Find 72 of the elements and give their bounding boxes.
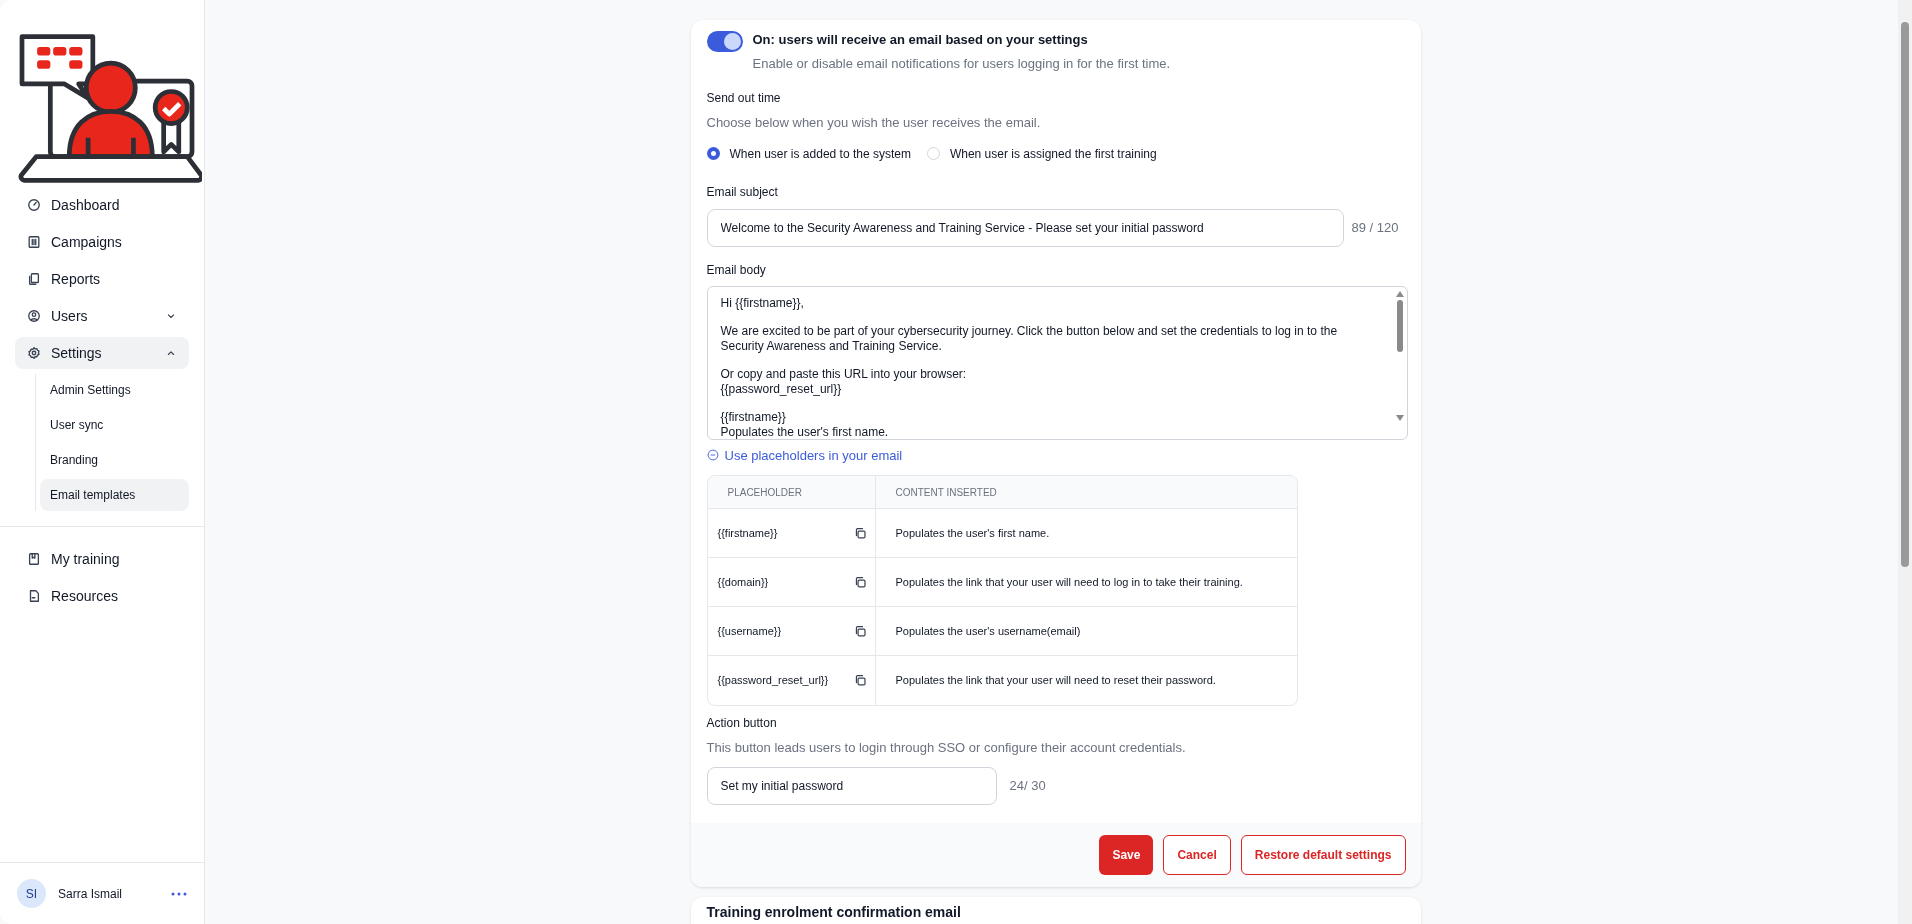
action-button[interactable]: Cancel — [1163, 834, 1231, 875]
nav-item[interactable]: Dashboard — [15, 189, 189, 221]
field-label: Email subject — [706, 183, 779, 201]
nav-label: Reports — [51, 269, 102, 289]
nav-item[interactable]: My training — [15, 543, 189, 575]
nav-item[interactable]: Campaigns — [15, 226, 189, 258]
nav-label: Users — [51, 306, 89, 326]
sub-nav-item[interactable]: Branding — [40, 444, 189, 476]
nav-label: My training — [51, 549, 121, 569]
user-circle-icon — [27, 309, 41, 323]
table-cell-text: Populates the user's username(email) — [894, 623, 1082, 639]
sub-nav-item[interactable]: Email templates — [40, 479, 189, 511]
toggle-title: On: users will receive an email based on your settings — [752, 31, 1089, 49]
subject-field[interactable]: Welcome to the Security Awareness and Training Service - Please set your initial password — [706, 208, 1344, 247]
nav-label: Campaigns — [51, 232, 123, 252]
more-icon[interactable] — [171, 891, 187, 896]
nav-label: Dashboard — [51, 195, 121, 215]
nav-item[interactable]: Settings — [15, 337, 189, 369]
nav-item[interactable]: Reports — [15, 263, 189, 295]
body-text-line: We are excited to be part of your cybersecurity journey. Click the button below and set the credentials to log in to the Security Awareness and Training Service. — [720, 323, 1339, 354]
radio-label: When user is added to the system — [729, 145, 911, 163]
copy-icon[interactable] — [853, 674, 867, 687]
table-cell-text: {{password_reset_url}} — [717, 673, 829, 689]
columns-icon — [27, 235, 41, 249]
nav-label: Resources — [51, 586, 119, 606]
character-count: 89 / 120 — [1351, 218, 1399, 237]
field-description: This button leads users to login through SSO or configure their account credentials. — [706, 739, 1187, 757]
body-text-line: Or copy and paste this URL into your browser: — [720, 366, 968, 382]
field-label: Send out time — [706, 90, 782, 107]
settings-icon — [27, 346, 41, 360]
placeholders-link[interactable]: Use placeholders in your email — [706, 445, 903, 465]
user-avatar: SI — [17, 879, 46, 908]
table-cell-text: {{username}} — [717, 623, 782, 639]
nav-item[interactable]: Resources — [15, 580, 189, 612]
radio-button[interactable] — [706, 147, 720, 160]
table-cell-text: {{firstname}} — [717, 525, 778, 541]
column-header: PLACEHOLDER — [707, 476, 876, 508]
copy-icon[interactable] — [853, 575, 867, 589]
table-cell-text: Populates the user's first name. — [894, 525, 1051, 541]
body-text-line: Hi {{firstname}}, — [720, 295, 805, 311]
action-button-text-field[interactable]: Set my initial password — [706, 766, 997, 805]
scrollbar[interactable] — [1898, 0, 1912, 924]
nav-item[interactable]: Users — [15, 300, 189, 332]
table-cell-text: Populates the link that your user will need to reset their password. — [894, 673, 1217, 689]
character-count: 24/ 30 — [1009, 776, 1046, 795]
action-button[interactable]: Save — [1099, 834, 1154, 875]
gauge-icon — [27, 198, 41, 212]
table-cell-text: Populates the link that your user will need to log in to take their training. — [894, 574, 1244, 590]
action-button[interactable]: Restore default settings — [1240, 834, 1406, 875]
column-header: CONTENT INSERTED — [894, 485, 998, 500]
radio-label: When user is assigned the first training — [949, 145, 1157, 163]
field-label: Email body — [706, 261, 767, 279]
book-icon — [27, 552, 41, 566]
field-description: Choose below when you wish the user receives the email. — [706, 114, 1042, 132]
table-cell-text: {{domain}} — [717, 574, 769, 590]
toggle-description: Enable or disable email notifications for users logging in for the first time. — [752, 54, 1171, 73]
copy-icon[interactable] — [853, 526, 867, 540]
file-icon — [27, 589, 41, 603]
nav-label: Settings — [51, 343, 103, 363]
radio-button[interactable] — [926, 147, 940, 160]
user-name: Sarra Ismail — [58, 885, 123, 903]
sub-nav-item[interactable]: Admin Settings — [40, 374, 189, 406]
field-label: Action button — [706, 715, 778, 732]
body-text-line: {{password_reset_url}} — [720, 381, 843, 397]
email-body-field[interactable] — [706, 285, 1408, 440]
card-title: Training enrolment confirmation email — [706, 902, 962, 922]
sub-nav-item[interactable]: User sync — [40, 409, 189, 441]
toggle-switch[interactable] — [706, 31, 743, 52]
body-text-line: {{firstname}} — [720, 409, 787, 425]
body-text-line: Populates the user's first name. — [720, 424, 890, 439]
documents-icon — [27, 272, 41, 286]
copy-icon[interactable] — [853, 624, 867, 638]
